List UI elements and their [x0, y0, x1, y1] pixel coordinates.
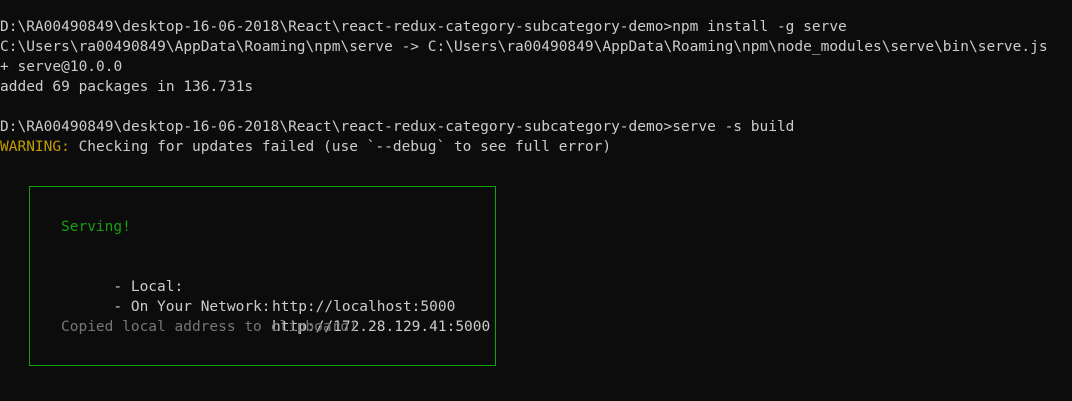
local-url: http://localhost:5000	[272, 299, 456, 315]
local-address-row: - Local: http://localhost:5000	[61, 257, 455, 315]
command-line-install: D:\RA00490849\desktop-16-06-2018\React\r…	[0, 19, 847, 35]
clipboard-message: Copied local address to clipboard!	[61, 319, 358, 335]
serving-title: Serving!	[61, 219, 131, 235]
command-line-serve: D:\RA00490849\desktop-16-06-2018\React\r…	[0, 119, 795, 135]
warning-line: WARNING: Checking for updates failed (us…	[0, 137, 611, 157]
network-address-row: - On Your Network: http://172.28.129.41:…	[61, 277, 490, 335]
serve-status-box: Serving! - Local: http://localhost:5000 …	[29, 186, 496, 366]
warning-text: Checking for updates failed (use `--debu…	[69, 139, 612, 155]
terminal-window[interactable]: D:\RA00490849\desktop-16-06-2018\React\r…	[0, 0, 1072, 401]
warning-label: WARNING:	[0, 139, 70, 155]
network-label: - On Your Network:	[113, 299, 271, 315]
output-line-package-version: + serve@10.0.0	[0, 59, 123, 75]
output-line-added-packages: added 69 packages in 136.731s	[0, 79, 254, 95]
output-line-symlink: C:\Users\ra00490849\AppData\Roaming\npm\…	[0, 39, 1048, 55]
